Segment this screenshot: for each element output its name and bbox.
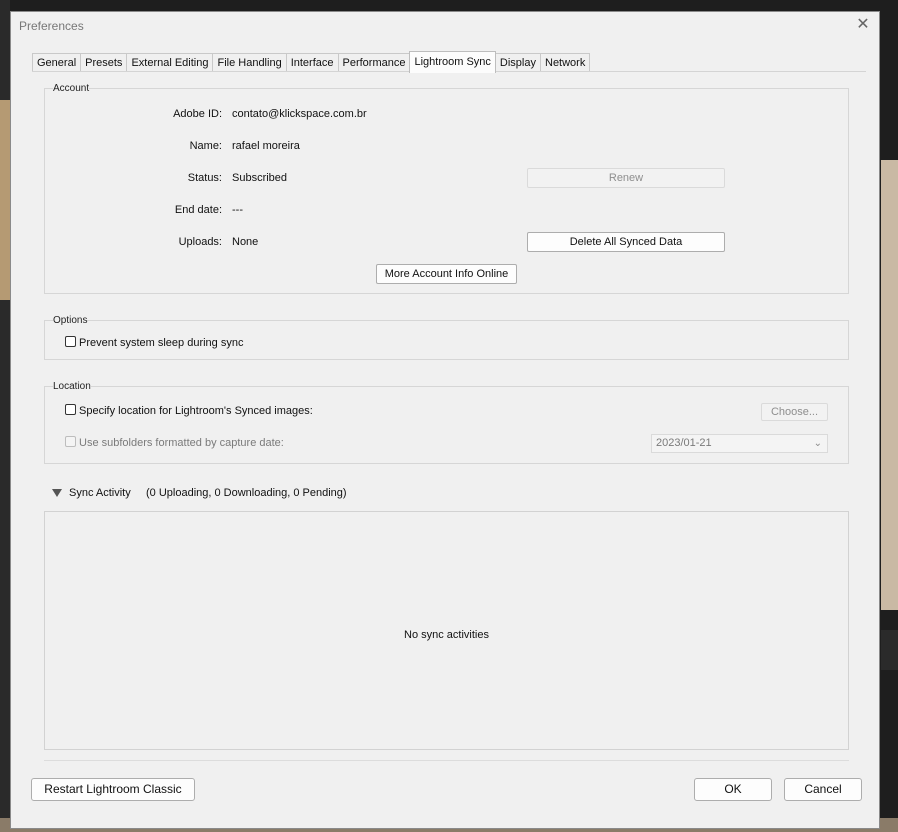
specify-location-label: Specify location for Lightroom's Synced … <box>79 405 313 417</box>
end-date-value: --- <box>232 204 243 216</box>
tab-general[interactable]: General <box>32 53 82 72</box>
background-panel-right <box>881 630 898 670</box>
tab-interface[interactable]: Interface <box>285 53 339 72</box>
subfolders-label: Use subfolders formatted by capture date… <box>79 437 284 449</box>
delete-all-synced-data-button[interactable]: Delete All Synced Data <box>527 232 725 252</box>
tab-display[interactable]: Display <box>494 53 541 72</box>
prevent-sleep-checkbox[interactable] <box>65 336 76 347</box>
more-account-info-button[interactable]: More Account Info Online <box>376 264 517 284</box>
sync-activity-title[interactable]: Sync Activity <box>69 487 131 499</box>
adobe-id-label: Adobe ID: <box>173 108 222 120</box>
footer-divider <box>44 760 849 761</box>
options-group-title: Options <box>53 315 88 326</box>
sync-activity-summary: (0 Uploading, 0 Downloading, 0 Pending) <box>146 487 347 499</box>
date-format-dropdown[interactable]: 2023/01-21 ⌄ <box>651 434 828 453</box>
status-value: Subscribed <box>232 172 288 184</box>
close-icon[interactable]: ✕ <box>853 15 873 35</box>
tab-lightroom-sync[interactable]: Lightroom Sync <box>409 51 496 73</box>
tab-file-handling[interactable]: File Handling <box>212 53 287 72</box>
date-format-value: 2023/01-21 <box>656 437 712 449</box>
cancel-button[interactable]: Cancel <box>784 778 862 801</box>
status-label: Status: <box>187 172 222 184</box>
account-group-title: Account <box>53 83 90 94</box>
dialog-title: Preferences <box>19 19 84 33</box>
tab-external-editing[interactable]: External Editing <box>126 53 214 72</box>
subfolders-checkbox[interactable] <box>65 436 76 447</box>
chevron-down-icon: ⌄ <box>813 438 822 449</box>
name-label: Name: <box>189 140 222 152</box>
tab-network[interactable]: Network <box>540 53 591 72</box>
preferences-tab-bar: General Presets External Editing File Ha… <box>32 51 591 73</box>
specify-location-checkbox[interactable] <box>65 404 76 415</box>
uploads-label: Uploads: <box>178 236 222 248</box>
uploads-value: None <box>232 236 259 248</box>
end-date-label: End date: <box>174 204 222 216</box>
ok-button[interactable]: OK <box>694 778 772 801</box>
collapse-triangle-icon[interactable] <box>52 489 62 497</box>
choose-location-button[interactable]: Choose... <box>761 403 828 421</box>
prevent-sleep-label: Prevent system sleep during sync <box>79 337 244 349</box>
no-sync-activities-message: No sync activities <box>404 629 489 641</box>
tab-presets[interactable]: Presets <box>80 53 128 72</box>
background-photo-left <box>0 100 10 300</box>
name-value: rafael moreira <box>232 140 300 152</box>
adobe-id-value: contato@klickspace.com.br <box>232 108 367 120</box>
renew-button[interactable]: Renew <box>527 168 725 188</box>
location-group-title: Location <box>53 381 91 392</box>
background-photo-right <box>881 160 898 610</box>
tab-performance[interactable]: Performance <box>337 53 411 72</box>
restart-lightroom-button[interactable]: Restart Lightroom Classic <box>31 778 195 801</box>
sync-activity-list: No sync activities <box>44 511 849 750</box>
